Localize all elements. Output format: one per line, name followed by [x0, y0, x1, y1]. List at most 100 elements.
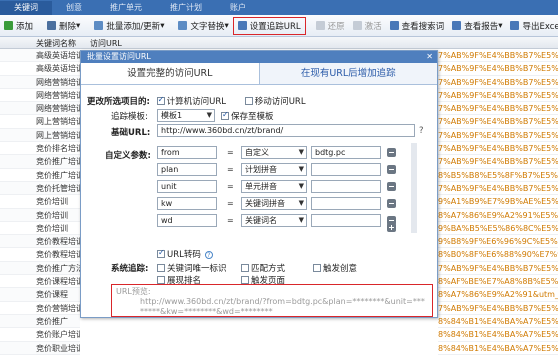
- tab-creative[interactable]: 创意: [52, 1, 96, 15]
- table-row[interactable]: 竞价教程培训: [0, 248, 80, 262]
- tab-account[interactable]: 账户: [216, 1, 260, 15]
- param-type-select[interactable]: 关键词拼音 ▼: [241, 197, 307, 210]
- table-row[interactable]: 高级英语培训: [0, 62, 80, 76]
- table-row[interactable]: 竞价排名培训: [0, 142, 80, 156]
- column-url-header[interactable]: 访问URL: [90, 38, 122, 49]
- table-row[interactable]: 竞价托管培训: [0, 181, 80, 196]
- param-name-input[interactable]: from: [157, 146, 217, 159]
- param-name-input[interactable]: wd: [157, 214, 217, 227]
- url-cell[interactable]: 7%AB%9F%E4%BB%B7%E5%9F: [438, 102, 558, 116]
- url-cell[interactable]: 7%AB%9F%E4%BB%B7%E5%9F: [438, 62, 558, 76]
- sys-match-type-checkbox[interactable]: 匹配方式: [241, 262, 285, 274]
- url-encode-checkbox[interactable]: URL转码?: [157, 248, 213, 260]
- close-icon[interactable]: ✕: [426, 51, 433, 63]
- tab-unit[interactable]: 推广单元: [96, 1, 156, 15]
- url-cell[interactable]: 7%AB%9F%E4%BB%B7%E5%9F: [438, 89, 558, 103]
- sys-keyword-id-checkbox[interactable]: 关键词唯一标识: [157, 262, 227, 274]
- report-button[interactable]: 查看报告 ▾: [448, 17, 506, 35]
- table-row[interactable]: 网络营销培训: [0, 102, 80, 116]
- table-row[interactable]: 竞价培训: [0, 208, 80, 222]
- url-cell[interactable]: 8%A7%86%E9%A2%91%E5%9F: [438, 209, 558, 222]
- table-row[interactable]: 网上营销培训: [0, 115, 80, 129]
- table-row[interactable]: 竞价课程: [0, 288, 80, 302]
- table-row[interactable]: 竞价推广培训: [0, 155, 80, 169]
- table-row[interactable]: 竞价课程培训: [0, 275, 80, 289]
- template-select[interactable]: 模板1 ▼: [157, 109, 215, 122]
- tab-full-url[interactable]: 设置完整的访问URL: [81, 63, 260, 84]
- url-cell[interactable]: 7%AB%9F%E4%BB%B7%E5%9F: [438, 115, 558, 129]
- set-tracking-url-button[interactable]: 设置追踪URL: [232, 16, 306, 35]
- sys-creative-checkbox[interactable]: 触发创意: [313, 262, 357, 274]
- table-row[interactable]: 高级英语培训: [0, 49, 80, 63]
- table-row[interactable]: 竞价推广方法: [0, 261, 80, 276]
- help-icon[interactable]: ?: [204, 251, 213, 259]
- params-scrollbar[interactable]: [411, 143, 417, 233]
- text-replace-button[interactable]: 文字替换 ▾: [174, 17, 232, 35]
- url-cell[interactable]: 9%B8%9F%E6%96%9C%E5%9F: [438, 235, 558, 249]
- table-row[interactable]: 竞价推广: [0, 314, 80, 329]
- mobile-url-checkbox[interactable]: 移动访问URL: [244, 97, 306, 107]
- param-type-select[interactable]: 关键词名 ▼: [241, 214, 307, 227]
- url-cell[interactable]: 9%BA%B5%E5%86%8C%E5%9F: [438, 222, 558, 236]
- tab-append-tracking[interactable]: 在现有URL后增加追踪: [259, 63, 437, 84]
- url-cell[interactable]: 8%84%B1%E4%BA%A7%E5%9F: [438, 315, 558, 329]
- url-cell[interactable]: 8%B5%B8%E5%8F%B7%E5%9F: [438, 169, 558, 182]
- url-cell[interactable]: 7%AB%9F%E4%BB%B7%E5%9F: [438, 182, 558, 196]
- url-cell[interactable]: 7%AB%9F%E4%BB%B7%E5%9F: [438, 76, 558, 89]
- table-row[interactable]: 网络营销培训: [0, 89, 80, 103]
- url-cell[interactable]: 8%84%B1%E4%BA%A7%E5%9F: [438, 328, 558, 342]
- batch-update-button[interactable]: 批量添加/更新 ▾: [90, 17, 168, 35]
- remove-param-icon[interactable]: [387, 165, 396, 174]
- base-url-label: 基础URL:: [111, 128, 151, 138]
- param-value-input[interactable]: bdtg.pc: [311, 146, 381, 159]
- url-cell[interactable]: 9%A1%B9%E7%9B%AE%E5%9F: [438, 195, 558, 209]
- param-value-input[interactable]: [311, 163, 381, 176]
- table-row[interactable]: 竞价培训: [0, 222, 80, 236]
- url-cell[interactable]: 7%AB%9F%E4%BB%B7%E5%9F: [438, 49, 558, 63]
- remove-param-icon[interactable]: [387, 199, 396, 208]
- export-icon: [510, 21, 520, 30]
- remove-param-icon[interactable]: [387, 148, 396, 157]
- param-type-select[interactable]: 单元拼音 ▼: [241, 180, 307, 193]
- param-value-input[interactable]: [311, 214, 381, 227]
- tab-plan[interactable]: 推广计划: [156, 1, 216, 15]
- url-cell[interactable]: 7%AB%9F%E4%BB%B7%E5%9F: [438, 155, 558, 169]
- table-row[interactable]: 网上营销培训: [0, 128, 80, 143]
- add-param-icon[interactable]: [387, 223, 396, 232]
- restore-button[interactable]: 还原: [312, 17, 349, 35]
- param-value-input[interactable]: [311, 197, 381, 210]
- save-template-checkbox[interactable]: 保存至模板: [221, 110, 274, 122]
- param-name-input[interactable]: plan: [157, 163, 217, 176]
- activate-button[interactable]: 激活: [349, 17, 386, 35]
- delete-button[interactable]: 删除 ▾: [43, 17, 84, 35]
- tab-keywords[interactable]: 关键词: [0, 1, 52, 15]
- remove-param-icon[interactable]: [387, 182, 396, 191]
- table-row[interactable]: 竞价营销培训: [0, 302, 80, 315]
- url-cell[interactable]: 8%AF%BE%E7%A8%8B%E5%9F: [438, 275, 558, 289]
- base-url-input[interactable]: http://www.360bd.cn/zt/brand/: [157, 124, 415, 137]
- table-row[interactable]: 竞价职业培训: [0, 341, 80, 355]
- url-cell[interactable]: 8%B0%8F%E6%88%90%E7%9F: [438, 248, 558, 262]
- column-keyword-header[interactable]: 关键词名称: [36, 38, 76, 49]
- table-row[interactable]: 竞价推广培训: [0, 169, 80, 182]
- table-row[interactable]: 竞价教程培训: [0, 235, 80, 249]
- search-terms-button[interactable]: 查看搜索词: [386, 17, 449, 35]
- url-cell[interactable]: 7%AB%9F%E4%BB%B7%E5%9F: [438, 302, 558, 315]
- url-cell[interactable]: 8%84%B1%E4%BA%A7%E5%9F: [438, 342, 558, 355]
- help-icon[interactable]: ?: [419, 126, 424, 136]
- url-cell[interactable]: 7%AB%9F%E4%BB%B7%E5%9F: [438, 129, 558, 143]
- table-row[interactable]: 竞价账户培训: [0, 328, 80, 342]
- export-excel-button[interactable]: 导出Excel: [506, 17, 558, 35]
- param-type-select[interactable]: 自定义 ▼: [241, 146, 307, 159]
- table-row[interactable]: 竞价培训: [0, 195, 80, 209]
- add-button[interactable]: 添加: [0, 17, 37, 35]
- pc-url-checkbox[interactable]: 计算机访问URL: [156, 95, 226, 107]
- param-type-select[interactable]: 计划拼音 ▼: [241, 163, 307, 176]
- param-value-input[interactable]: [311, 180, 381, 193]
- url-cell[interactable]: 7%AB%9F%E4%BB%B7%E5%9F: [438, 142, 558, 156]
- url-cell[interactable]: 8%A7%86%E9%A2%91&utm_match: [438, 288, 558, 302]
- url-cell[interactable]: 7%AB%9F%E4%BB%B7%E5%9F: [438, 262, 558, 276]
- param-name-input[interactable]: unit: [157, 180, 217, 193]
- table-row[interactable]: 网络营销培训: [0, 75, 80, 89]
- param-name-input[interactable]: kw: [157, 197, 217, 210]
